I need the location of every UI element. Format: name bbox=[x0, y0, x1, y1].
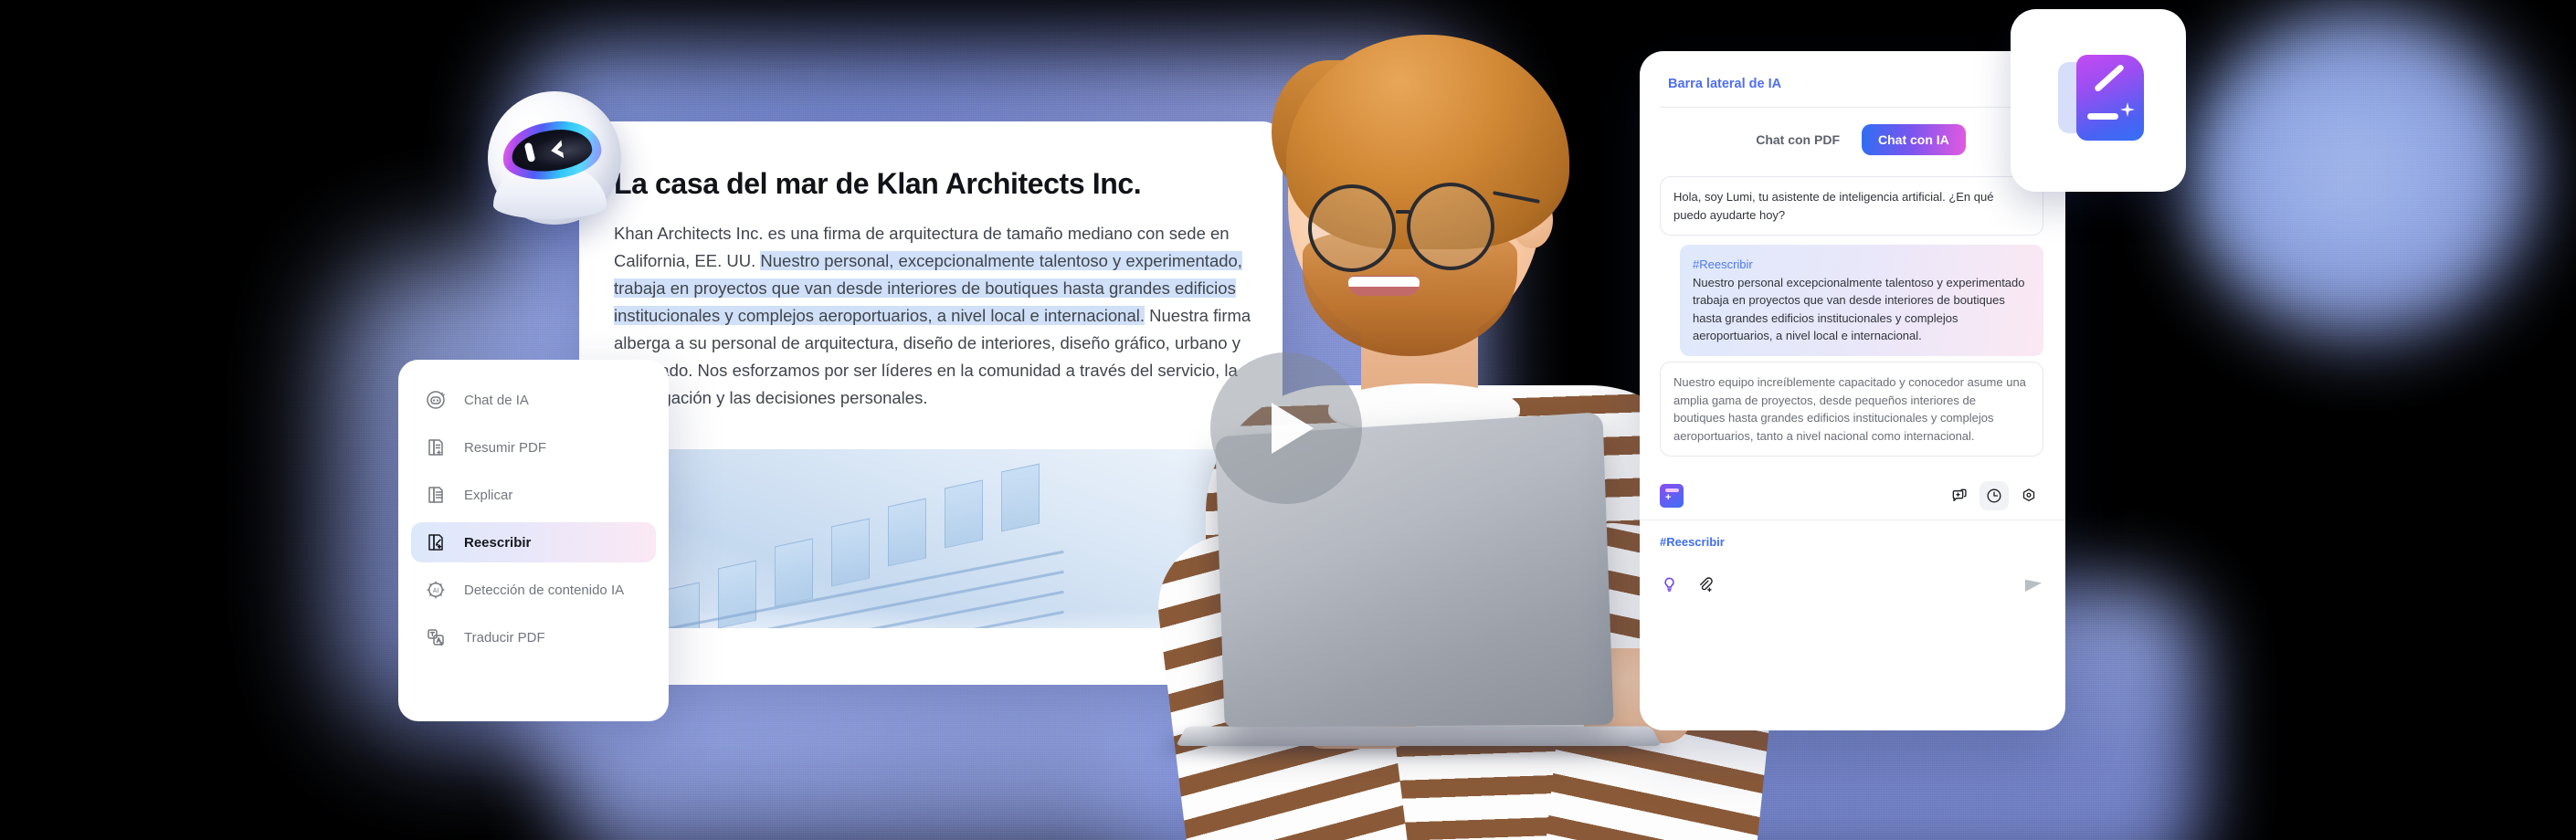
robot-chat-icon bbox=[424, 388, 448, 412]
attach-file-icon[interactable] bbox=[1695, 575, 1715, 599]
user-message-tag: #Reescribir bbox=[1693, 257, 1753, 271]
menu-item-chat-de-ia[interactable]: Chat de IA bbox=[411, 380, 656, 420]
ai-sidebar-title: Barra lateral de IA bbox=[1668, 77, 1782, 91]
book-icon-glyph bbox=[1660, 484, 1684, 508]
assistant-greeting-bubble: Hola, soy Lumi, tu asistente de intelige… bbox=[1660, 176, 2043, 236]
svg-text:AI: AI bbox=[433, 588, 439, 594]
user-message-text: Nuestro personal excepcionalmente talent… bbox=[1693, 275, 2025, 343]
new-chat-icon[interactable] bbox=[1945, 481, 1974, 510]
ai-sidebar-toolbar bbox=[1656, 474, 2043, 518]
backdrop-blob-right-inner bbox=[2220, 55, 2494, 292]
app-icon-document-shape bbox=[2076, 55, 2144, 141]
play-button-icon[interactable] bbox=[1210, 352, 1362, 504]
settings-hexagon-icon[interactable] bbox=[2014, 481, 2043, 510]
menu-item-resumir-pdf[interactable]: Resumir PDF bbox=[411, 427, 656, 467]
send-paper-plane-icon[interactable] bbox=[2022, 573, 2045, 597]
prompt-idea-bulb-icon[interactable] bbox=[1660, 575, 1679, 599]
menu-item-label: Explicar bbox=[464, 487, 513, 503]
ai-sidebar-tabs: Chat con PDF Chat con IA bbox=[1640, 124, 2065, 155]
rewrite-pencil-icon bbox=[424, 530, 448, 554]
summarize-document-icon bbox=[424, 436, 448, 459]
composer-actions bbox=[1660, 575, 1715, 599]
menu-item-label: Reescribir bbox=[464, 534, 532, 551]
menu-item-reescribir[interactable]: Reescribir bbox=[411, 522, 656, 562]
rewrite-document-app-icon bbox=[2011, 9, 2186, 192]
menu-item-label: Resumir PDF bbox=[464, 439, 547, 456]
play-triangle-glyph bbox=[1272, 403, 1314, 454]
assistant-answer-bubble: Nuestro equipo increíblemente capacitado… bbox=[1660, 362, 2043, 457]
user-message-bubble: #Reescribir Nuestro personal excepcional… bbox=[1680, 245, 2043, 356]
menu-item-label: Traducir PDF bbox=[464, 629, 545, 646]
robot-eye-right bbox=[544, 140, 565, 161]
translate-icon bbox=[424, 625, 448, 649]
robot-eye-left bbox=[523, 142, 536, 163]
robot-visor-screen bbox=[509, 125, 595, 176]
ai-detect-icon: AI bbox=[424, 578, 448, 602]
app-icon-underline bbox=[2087, 113, 2118, 120]
book-library-icon[interactable] bbox=[1656, 484, 1684, 508]
tab-chat-con-ia[interactable]: Chat con IA bbox=[1862, 124, 1966, 155]
ai-sidebar-panel: Barra lateral de IA Chat con PDF Chat co… bbox=[1640, 51, 2065, 730]
explain-list-icon bbox=[424, 483, 448, 507]
tab-chat-con-pdf[interactable]: Chat con PDF bbox=[1739, 124, 1856, 155]
menu-item-deteccion-de-contenido-ia[interactable]: AI Detección de contenido IA bbox=[411, 570, 656, 610]
lumi-robot-avatar-icon bbox=[488, 91, 621, 225]
ai-sidebar-divider bbox=[1660, 107, 2036, 108]
menu-item-traducir-pdf[interactable]: Traducir PDF bbox=[411, 617, 656, 657]
ai-toolbar-actions bbox=[1945, 481, 2043, 510]
app-icon-sparkle bbox=[2120, 102, 2135, 117]
menu-item-label: Chat de IA bbox=[464, 392, 529, 408]
menu-item-label: Detección de contenido IA bbox=[464, 582, 625, 598]
composer-tag[interactable]: #Reescribir bbox=[1660, 535, 1725, 549]
ai-tools-menu: Chat de IA Resumir PDF Explicar Reescrib… bbox=[398, 360, 669, 721]
screenshot-stage: La casa del mar de Klan Architects Inc. … bbox=[0, 0, 2576, 840]
history-clock-icon[interactable] bbox=[1980, 481, 2009, 510]
menu-item-explicar[interactable]: Explicar bbox=[411, 475, 656, 515]
app-icon-pencil-stroke bbox=[2093, 63, 2126, 93]
